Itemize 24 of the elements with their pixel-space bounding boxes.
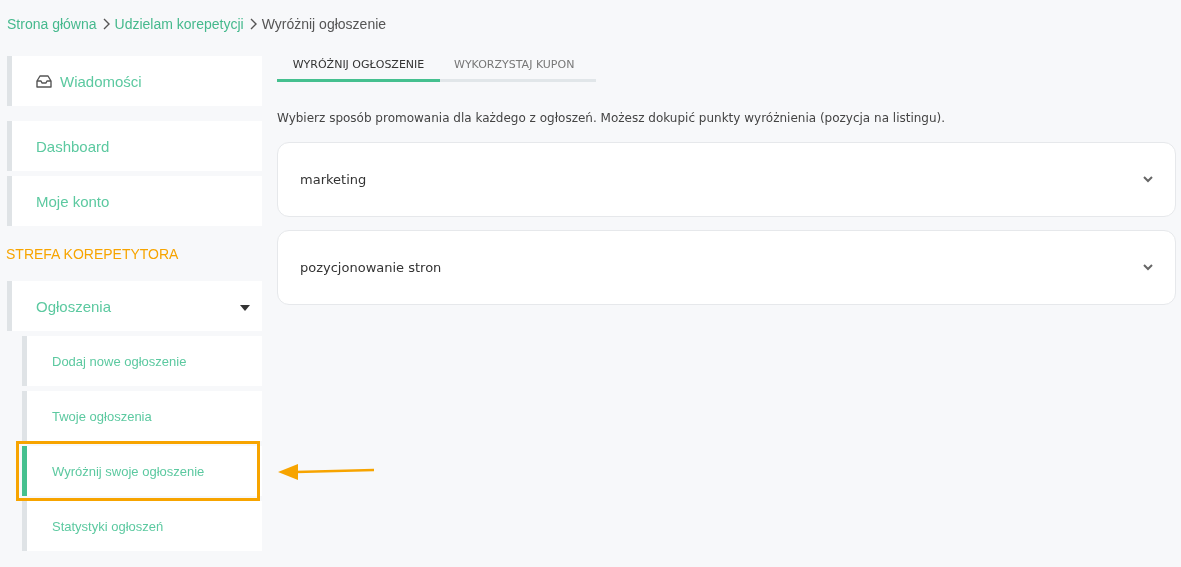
caret-icon: [240, 305, 250, 311]
breadcrumb-current: Wyróżnij ogłoszenie: [261, 16, 387, 32]
sidebar-subitem[interactable]: Twoje ogłoszenia: [22, 391, 262, 441]
sidebar-section-title: STREFA KOREPETYTORA: [6, 246, 180, 264]
description-text: Wybierz sposób promowania dla każdego z ogłoszeń. Możesz dokupić punkty wyróżnienia (pozycja na listingu).: [277, 111, 947, 125]
breadcrumb-link[interactable]: Udzielam korepetycji: [114, 16, 244, 32]
sidebar-subitem[interactable]: Dodaj nowe ogłoszenie: [22, 336, 262, 386]
tab[interactable]: WYKORZYSTAJ KUPON: [440, 56, 589, 82]
sidebar-item[interactable]: Wiadomości: [7, 56, 262, 106]
sidebar-subitem[interactable]: Statystyki ogłoszeń: [22, 501, 262, 551]
arrow-icon: [278, 464, 376, 480]
breadcrumb-link[interactable]: Strona główna: [7, 16, 97, 32]
sidebar-subitem[interactable]: Wyróżnij swoje ogłoszenie: [22, 446, 262, 496]
inbox-icon: [36, 74, 52, 88]
listing-accordion[interactable]: pozycjonowanie stron: [277, 230, 1176, 305]
sidebar-item[interactable]: Dashboard: [7, 121, 262, 171]
listing-accordion[interactable]: marketing: [277, 142, 1176, 217]
chevron-right-icon: [101, 18, 110, 30]
chevron-down-icon: [1143, 264, 1153, 271]
chevron-down-icon: [1143, 176, 1153, 183]
sidebar-item[interactable]: Ogłoszenia: [7, 281, 262, 331]
chevron-right-icon: [248, 18, 257, 30]
tab[interactable]: WYRÓŻNIJ OGŁOSZENIE: [277, 56, 440, 82]
sidebar-item[interactable]: Moje konto: [7, 176, 262, 226]
